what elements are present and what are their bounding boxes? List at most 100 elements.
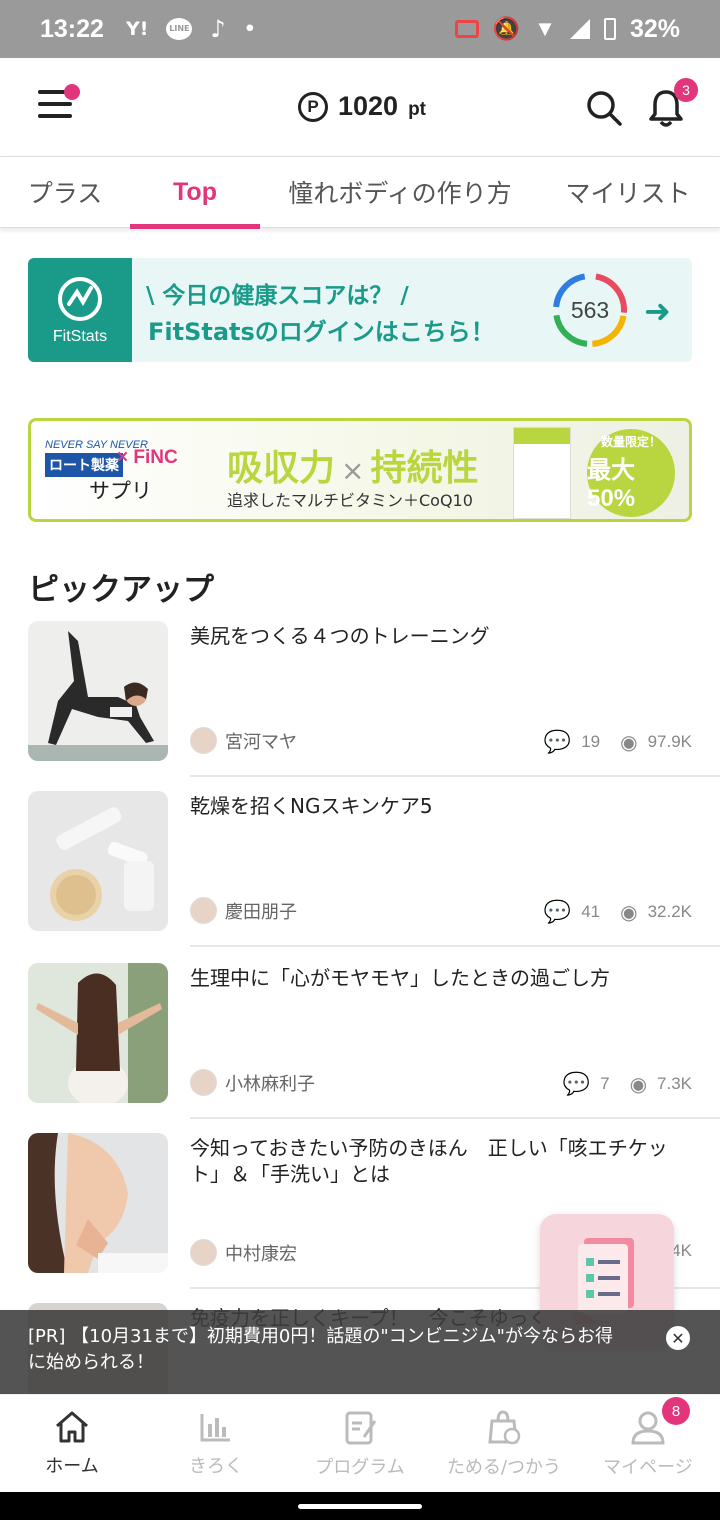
- article-title: 乾燥を招くNGスキンケア5: [190, 794, 433, 818]
- arrow-right-icon: ➜: [644, 292, 671, 330]
- avatar: [190, 1239, 217, 1266]
- home-icon: [56, 1411, 88, 1443]
- comment-icon: 💬: [543, 729, 572, 754]
- avatar: [190, 897, 217, 924]
- nav-label: ためる/つかう: [446, 1457, 562, 1478]
- hamburger-line: [38, 102, 72, 106]
- hamburger-line: [38, 114, 72, 118]
- chart-icon: [200, 1414, 230, 1442]
- comment-icon: 💬: [543, 899, 572, 924]
- divider: [190, 945, 720, 947]
- eye-icon: ◉: [620, 731, 638, 754]
- bottom-navigation: ホーム きろく プログラム ためる/つかう マイページ 8: [0, 1394, 720, 1492]
- menu-notification-dot: [64, 84, 80, 100]
- tab-mylist[interactable]: マイリスト: [548, 157, 708, 227]
- fitstats-logo-icon: [58, 277, 102, 321]
- offer-label: 数量限定！: [600, 435, 661, 449]
- article-item[interactable]: 美尻をつくる４つのトレーニング 宮河マヤ 💬 19 ◉ 97.9K: [0, 621, 720, 791]
- tab-top[interactable]: Top: [130, 157, 260, 229]
- battery-percent: 32%: [629, 14, 680, 43]
- nav-program[interactable]: プログラム: [288, 1395, 432, 1493]
- offer-badge: 数量限定！ 最大50%: [587, 429, 675, 517]
- eye-icon: ◉: [629, 1073, 648, 1096]
- brand-logo: ロート製薬: [45, 453, 123, 477]
- divider: [190, 775, 720, 777]
- app-bar: P 1020 pt 3: [0, 58, 720, 158]
- points-icon: P: [298, 91, 328, 122]
- view-count: 4K: [671, 1241, 692, 1260]
- divider: [190, 1117, 720, 1119]
- pr-text: [PR] 【10月31まで】初期費用0円！話題の"コンビニジム"が今ならお得に始…: [28, 1326, 613, 1373]
- comment-count: 19: [581, 732, 601, 751]
- points-value: 1020: [338, 91, 399, 121]
- points-display[interactable]: P 1020 pt: [298, 91, 426, 122]
- headline-x: ×: [341, 454, 365, 487]
- product-label: サプリ: [89, 479, 152, 503]
- home-gesture-handle[interactable]: [298, 1504, 422, 1509]
- headline-b: 持続性: [370, 448, 479, 489]
- tab-ideal-body[interactable]: 憧れボディの作り方: [270, 157, 530, 227]
- mypage-badge: 8: [662, 1397, 690, 1425]
- ad-banner[interactable]: NEVER SAY NEVER ロート製薬 × FiNC サプリ 吸収力 × 持続性…: [28, 418, 692, 522]
- status-time: 13:22: [40, 14, 104, 43]
- article-title: 美尻をつくる４つのトレーニング: [190, 624, 490, 648]
- nav-record[interactable]: きろく: [144, 1395, 288, 1493]
- wifi-icon: ▼: [534, 16, 556, 41]
- section-title: ピックアップ: [28, 572, 214, 608]
- article-item[interactable]: 乾燥を招くNGスキンケア5 慶田朋子 💬 41 ◉ 32.2K: [0, 791, 720, 961]
- system-indicators: 🔕 ▼ 32%: [454, 14, 680, 44]
- product-bottle-image: [513, 427, 571, 519]
- person-icon: [631, 1411, 665, 1445]
- nav-home[interactable]: ホーム: [0, 1395, 144, 1493]
- article-thumbnail: [28, 963, 168, 1103]
- article-thumbnail: [28, 1133, 168, 1273]
- avatar: [190, 727, 217, 754]
- view-count: 32.2K: [647, 902, 692, 921]
- nav-points[interactable]: ためる/つかう: [432, 1395, 576, 1493]
- tab-label: プラス: [27, 179, 103, 208]
- line-icon: LINE: [166, 18, 193, 40]
- author-name: 慶田朋子: [225, 901, 297, 923]
- fitstats-logo: FitStats: [28, 258, 132, 362]
- mute-icon: 🔕: [492, 16, 521, 41]
- notification-icons: Y! LINE ♪ •: [126, 15, 256, 43]
- article-title: 今知っておきたい予防のきほん 正しい「咳エチケット」＆「手洗い」とは: [190, 1136, 668, 1186]
- nav-label: きろく: [189, 1456, 243, 1477]
- health-score: 563: [570, 296, 610, 323]
- ad-headline: 吸収力 × 持続性: [227, 439, 479, 491]
- article-item[interactable]: 生理中に「心がモヤモヤ」したときの過ごし方 小林麻利子 💬 7 ◉ 7.3K: [0, 963, 720, 1133]
- close-icon[interactable]: ✕: [666, 1326, 690, 1350]
- status-bar: 13:22 Y! LINE ♪ • 🔕 ▼ 32%: [0, 0, 720, 58]
- avatar: [190, 1069, 217, 1096]
- yahoo-icon: Y!: [125, 18, 149, 40]
- article-title: 生理中に「心がモヤモヤ」したときの過ごし方: [190, 966, 610, 990]
- notifications-button[interactable]: 3: [648, 78, 698, 128]
- points-unit: pt: [408, 98, 427, 120]
- offer-value: 最大50%: [587, 457, 636, 512]
- article-thumbnail: [28, 791, 168, 931]
- nav-label: マイページ: [603, 1457, 693, 1478]
- author-name: 宮河マヤ: [225, 731, 297, 753]
- eye-icon: ◉: [620, 901, 638, 924]
- author-name: 中村康宏: [225, 1243, 297, 1265]
- article-thumbnail: [28, 621, 168, 761]
- notification-badge: 3: [674, 78, 698, 102]
- tab-bar: プラス Top 憧れボディの作り方 マイリスト: [0, 156, 720, 229]
- fitstats-line2: FitStatsのログインはこちら！: [148, 318, 495, 346]
- tab-label: マイリスト: [565, 179, 691, 208]
- battery-icon: [603, 18, 616, 40]
- search-icon[interactable]: [586, 90, 622, 126]
- pr-banner[interactable]: [PR] 【10月31まで】初期費用0円！話題の"コンビニジム"が今ならお得に始…: [0, 1310, 720, 1394]
- more-dot-icon: •: [243, 18, 256, 40]
- article-author: 慶田朋子: [190, 897, 297, 924]
- system-nav-bar: [0, 1492, 720, 1520]
- fitstats-banner[interactable]: FitStats \ 今日の健康スコアは？ / FitStatsのログインはこち…: [28, 258, 692, 362]
- partner-logo: × FiNC: [117, 447, 178, 468]
- tab-label: Top: [173, 177, 217, 206]
- tab-plus[interactable]: プラス: [0, 157, 130, 227]
- nav-mypage[interactable]: マイページ 8: [576, 1395, 720, 1493]
- fitstats-line1: \ 今日の健康スコアは？ /: [146, 283, 409, 309]
- menu-button[interactable]: [38, 84, 80, 120]
- comment-icon: 💬: [562, 1071, 591, 1096]
- nav-label: プログラム: [315, 1457, 405, 1478]
